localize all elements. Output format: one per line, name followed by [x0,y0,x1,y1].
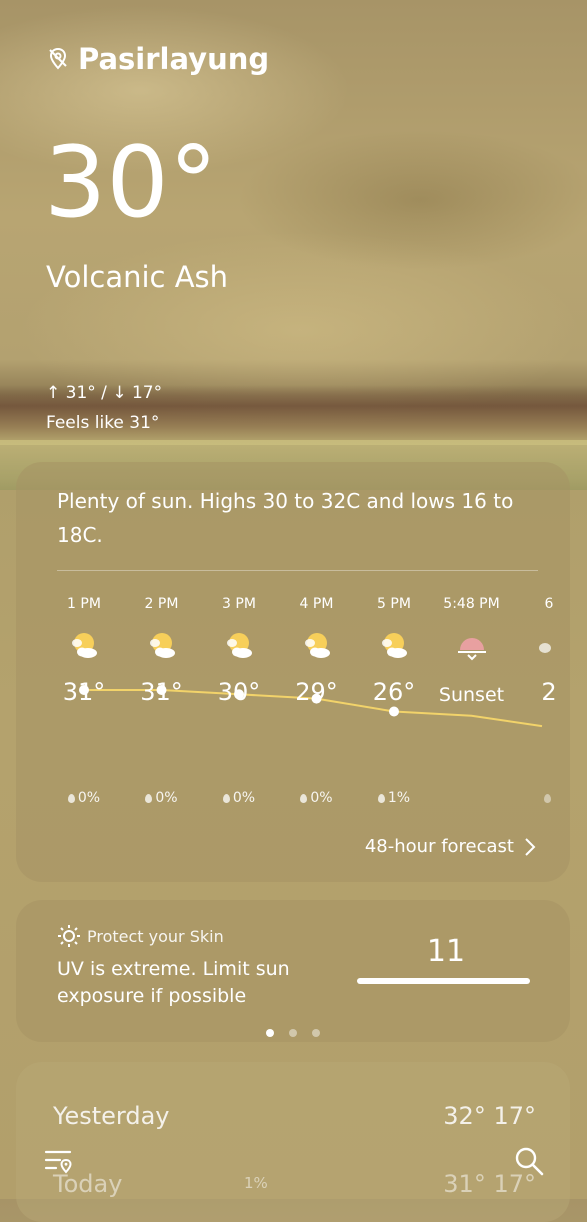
hour-rain: 0% [277,790,357,806]
location-off-icon [49,47,67,70]
hour-rain [509,790,570,806]
hour-temp: 2 [541,678,557,706]
location-header[interactable]: Pasirlayung [46,42,269,76]
hour-rain: 0% [199,790,279,806]
raindrop-icon [300,793,308,803]
raindrop-icon [544,793,551,803]
hour-rain-value: 1% [387,790,411,806]
sun-cloud-icon [376,628,412,664]
hour-temp: Sunset [438,684,505,706]
current-condition: Volcanic Ash [46,260,229,294]
hour-temp: 29° [295,678,338,706]
sun-cloud-icon [221,628,257,664]
uv-card[interactable]: Protect your Skin UV is extreme. Limit s… [16,900,570,1042]
hour-rain-value: 0% [155,790,178,806]
location-list-icon[interactable] [44,1148,74,1176]
hour-time: 6 [544,596,554,612]
uv-index: 11 [426,934,466,969]
uv-index-bar [357,978,530,984]
hour-temp: 30° [217,678,261,706]
page-dot-2[interactable] [289,1029,297,1037]
daily-card: Yesterday 32° 17° Today 1% 31° 17° [16,1062,570,1222]
raindrop-icon [377,793,385,803]
hour-time: 4 PM [299,596,334,612]
uv-message: UV is extreme. Limit sun exposure if pos… [57,958,290,1007]
hour-rain: 1% [354,790,434,806]
raindrop-icon [222,793,230,803]
sun-cloud-icon [66,628,102,664]
moon-cloud-icon [531,628,567,664]
yesterday-temps: 32° 17° [443,1102,536,1130]
sun-icon [58,925,80,947]
hourly-card: Plenty of sun. Highs 30 to 32C and lows … [16,462,570,882]
forecast-summary: Plenty of sun. Highs 30 to 32C and lows … [57,489,514,547]
current-temperature: 30° [44,126,218,240]
hour-time: 3 PM [222,596,256,612]
divider [57,570,538,571]
yesterday-label: Yesterday [53,1102,170,1130]
high-low: ↑ 31° / ↓ 17° [46,383,163,403]
feels-like: Feels like 31° [46,413,160,433]
raindrop-icon [67,793,75,803]
hour-rain-value: 0% [310,790,333,806]
temperature-point [389,706,399,717]
today-rain: 1% [244,1174,268,1192]
raindrop-icon [145,793,153,803]
forecast-48h-label: 48-hour forecast [364,836,514,857]
hourly-forecast[interactable]: 1 PM 31° 0% 2 PM 31° 0% 3 PM 30° 0% 4 PM 29° 0% 5 PM… [16,592,570,807]
hour-temp: 31° [140,678,183,706]
hour-rain-value: 0% [77,790,101,806]
sunset-icon [454,628,490,664]
hour-time: 2 PM [144,596,179,612]
hour-temp: 26° [372,678,416,706]
hour-time: 5:48 PM [443,596,500,612]
hour-rain: 0% [122,790,202,806]
forecast-48h-link[interactable]: 48-hour forecast [365,836,536,857]
page-dot-3[interactable] [312,1029,321,1037]
location-name: Pasirlayung [78,42,270,76]
uv-header: Protect your Skin [57,924,224,948]
hour-time: 1 PM [67,596,101,612]
hour-rain-value: 0% [232,790,256,806]
hour-rain [432,790,512,806]
page-indicator [16,1022,570,1041]
hour-rain: 0% [44,790,124,806]
sun-cloud-icon [144,628,180,664]
uv-header-text: Protect your Skin [87,926,224,946]
hour-time: 5 PM [377,596,411,612]
sun-cloud-icon [299,628,335,664]
page-dot-1[interactable] [265,1029,274,1037]
search-icon[interactable] [514,1146,544,1176]
hour-temp: 31° [62,678,106,706]
chevron-right-icon [525,837,536,856]
